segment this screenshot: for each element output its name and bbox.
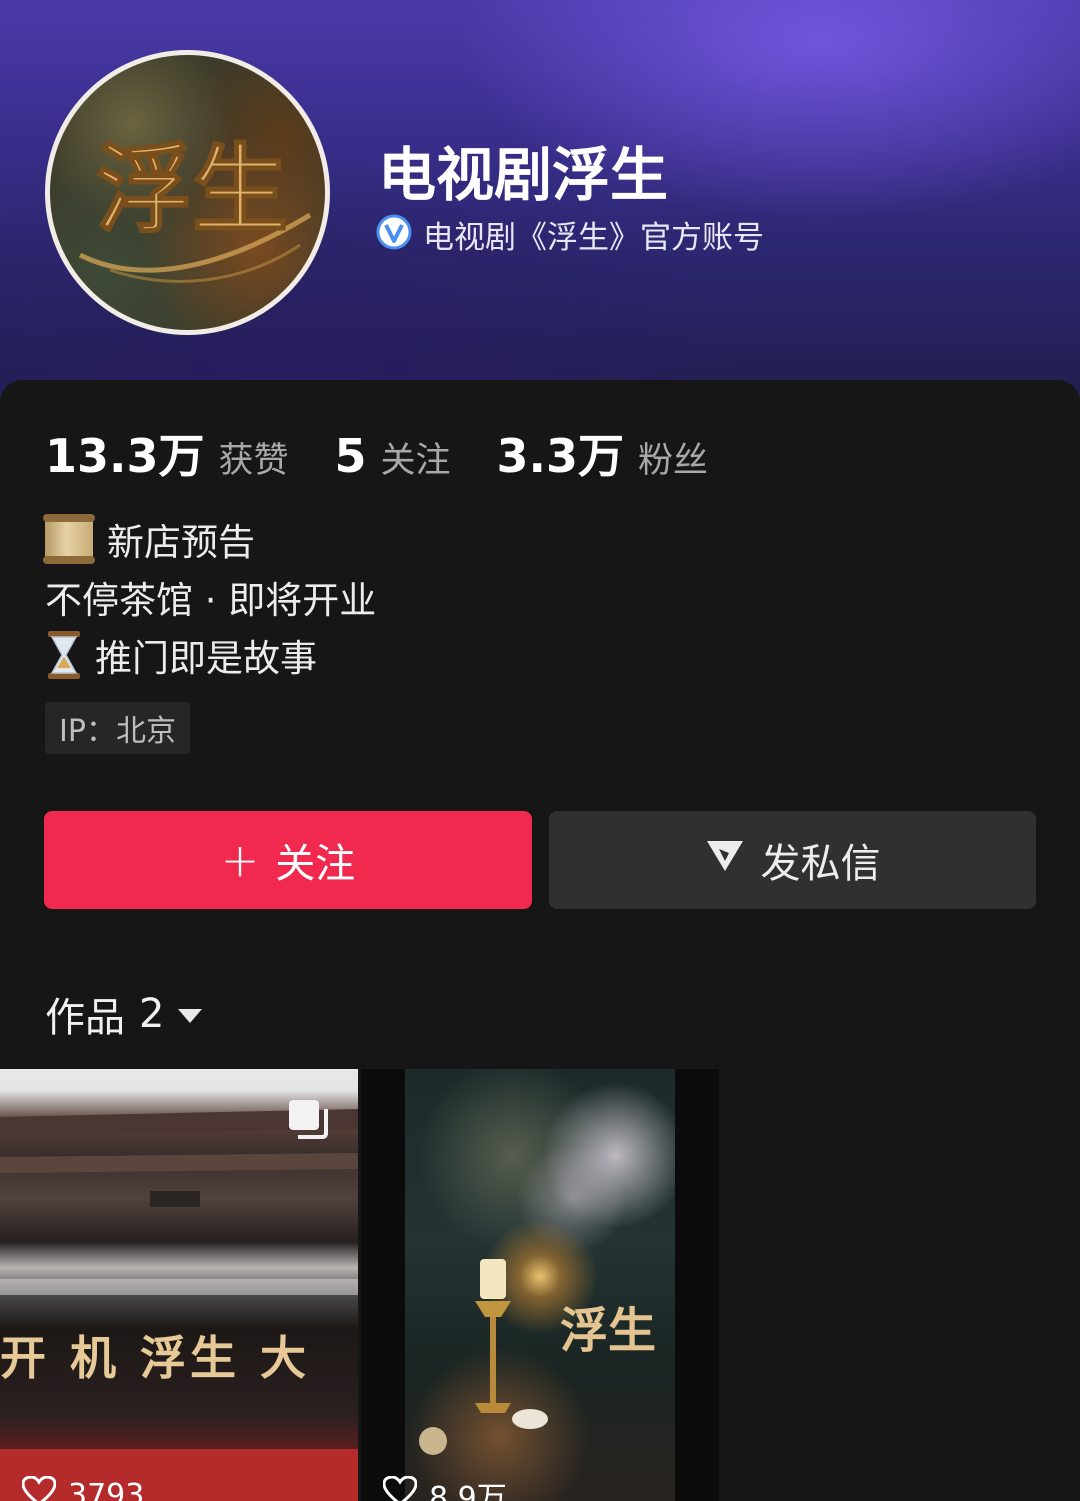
likes-count: 3793 bbox=[68, 1477, 145, 1501]
stat-value: 5 bbox=[334, 429, 367, 483]
message-label: 发私信 bbox=[760, 841, 881, 887]
avatar-artwork: 浮生 bbox=[78, 132, 312, 283]
paper-plane-icon bbox=[705, 835, 745, 885]
message-button[interactable]: 发私信 bbox=[549, 811, 1036, 909]
work-likes: 3793 bbox=[0, 1475, 144, 1501]
heart-icon bbox=[21, 1475, 57, 1501]
bio-line: 推门即是故事 bbox=[45, 626, 945, 684]
thumb-title: 开 机 浮生 大 bbox=[0, 1331, 310, 1385]
stat-label: 获赞 bbox=[218, 441, 289, 481]
works-count: 2 bbox=[139, 991, 165, 1037]
verified-badge-icon bbox=[375, 213, 413, 255]
works-tab-label: 作品 bbox=[45, 995, 125, 1041]
work-likes: 8.9万 bbox=[361, 1475, 507, 1501]
poster-title: 浮生 bbox=[560, 1303, 656, 1359]
bio-line: 不停茶馆 · 即将开业 bbox=[45, 568, 945, 626]
plus-icon: + bbox=[220, 833, 260, 887]
verified-row: 电视剧《浮生》官方账号 bbox=[375, 213, 764, 256]
profile-page: 浮生 电视剧浮生 电视剧《浮生》官方账号 13.3万 获赞 5 关注 3.3万 … bbox=[0, 0, 1080, 1501]
stat-value: 3.3万 bbox=[496, 429, 625, 483]
stat-following[interactable]: 5 关注 bbox=[335, 429, 451, 483]
caret-down-icon bbox=[178, 1009, 203, 1023]
avatar[interactable]: 浮生 bbox=[45, 50, 330, 335]
bio-line: 新店预告 bbox=[43, 510, 945, 568]
ip-location-tag: IP：北京 bbox=[45, 702, 190, 754]
multi-image-icon bbox=[286, 1097, 330, 1145]
profile-name: 电视剧浮生 bbox=[378, 141, 669, 209]
likes-count: 8.9万 bbox=[429, 1481, 507, 1501]
follow-button[interactable]: + 关注 bbox=[44, 811, 532, 909]
work-thumbnail[interactable]: 浮生 8.9万 bbox=[361, 1069, 719, 1501]
scroll-icon bbox=[43, 514, 95, 564]
follow-label: 关注 bbox=[275, 841, 356, 887]
stat-followers[interactable]: 3.3万 粉丝 bbox=[497, 420, 709, 486]
stat-label: 粉丝 bbox=[638, 441, 709, 481]
avatar-title: 浮生 bbox=[96, 133, 288, 246]
stat-likes[interactable]: 13.3万 获赞 bbox=[45, 420, 289, 486]
profile-card: 13.3万 获赞 5 关注 3.3万 粉丝 新店预告 不停茶馆 · 即将开业 推… bbox=[0, 380, 1080, 1501]
bio-text: 推门即是故事 bbox=[95, 637, 317, 680]
profile-header: 浮生 电视剧浮生 电视剧《浮生》官方账号 bbox=[0, 0, 1080, 420]
hourglass-icon bbox=[45, 630, 83, 680]
works-grid: 开 机 浮生 大 3793 浮生 8.9万 bbox=[0, 1069, 1080, 1501]
stat-label: 关注 bbox=[380, 441, 451, 481]
work-thumbnail[interactable]: 开 机 浮生 大 3793 bbox=[0, 1069, 358, 1501]
poster-artwork: 浮生 bbox=[405, 1069, 675, 1501]
tab-works[interactable]: 作品 2 bbox=[45, 984, 203, 1044]
bio-text: 不停茶馆 · 即将开业 bbox=[45, 579, 377, 622]
bio: 新店预告 不停茶馆 · 即将开业 推门即是故事 bbox=[43, 510, 945, 684]
verified-text: 电视剧《浮生》官方账号 bbox=[423, 219, 764, 256]
bio-text: 新店预告 bbox=[107, 521, 255, 564]
stat-value: 13.3万 bbox=[45, 429, 205, 483]
heart-icon bbox=[382, 1475, 418, 1501]
stats-row: 13.3万 获赞 5 关注 3.3万 粉丝 bbox=[45, 420, 754, 483]
